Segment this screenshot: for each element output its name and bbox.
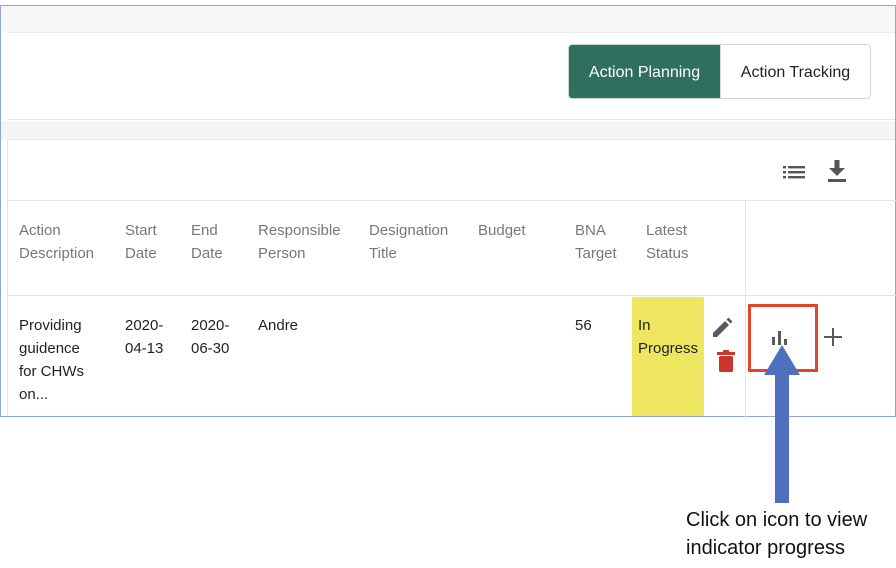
header-end-date[interactable]: End Date xyxy=(191,219,223,265)
cell-text: for CHWs xyxy=(19,363,84,380)
header-label: Status xyxy=(646,245,689,262)
status-badge: In Progress xyxy=(638,314,698,360)
header-label: Description xyxy=(19,245,95,262)
callout-line: Click on icon to view xyxy=(686,509,868,531)
cell-text: on... xyxy=(19,386,49,403)
pencil-icon[interactable] xyxy=(711,317,733,339)
header-start-date[interactable]: Start Date xyxy=(125,219,157,265)
top-band xyxy=(1,6,895,32)
header-label: Date xyxy=(125,245,157,262)
header-label: Person xyxy=(258,245,306,262)
header-label: Title xyxy=(369,245,397,262)
header-label: Target xyxy=(575,245,617,262)
cell-bna-target: 56 xyxy=(575,317,592,334)
header-responsible-person[interactable]: Responsible Person xyxy=(258,219,341,265)
header-budget[interactable]: Budget xyxy=(478,219,526,242)
section-gap xyxy=(1,121,895,139)
status-text: Progress xyxy=(638,340,699,357)
header-label: Budget xyxy=(478,222,526,239)
cell-text: 04-13 xyxy=(125,340,164,357)
header-label: Start xyxy=(125,222,157,239)
cell-end-date: 2020- 06-30 xyxy=(191,314,229,360)
header-latest-status[interactable]: Latest Status xyxy=(646,219,689,265)
cell-action-description: Providing guidence for CHWs on... xyxy=(19,314,84,406)
tab-action-planning[interactable]: Action Planning xyxy=(569,45,720,98)
header-label: Designation xyxy=(369,222,449,239)
table-header-row: Action Description Start Date End Date R… xyxy=(6,200,896,296)
cell-responsible-person: Andre xyxy=(258,317,299,334)
cell-text: 2020- xyxy=(125,317,164,334)
header-action-description[interactable]: Action Description xyxy=(19,219,94,265)
trash-icon[interactable] xyxy=(717,350,735,372)
header-label: Action xyxy=(19,222,61,239)
cell-start-date: 2020- 04-13 xyxy=(125,314,163,360)
view-tabs: Action Planning Action Tracking xyxy=(568,44,871,99)
header-label: End xyxy=(191,222,218,239)
header-label: Responsible xyxy=(258,222,341,239)
list-icon[interactable] xyxy=(783,164,805,180)
cell-text: 2020- xyxy=(191,317,230,334)
header-designation-title[interactable]: Designation Title xyxy=(369,219,448,265)
tab-action-tracking[interactable]: Action Tracking xyxy=(720,45,870,98)
header-label: BNA xyxy=(575,222,606,239)
header-bna-target[interactable]: BNA Target xyxy=(575,219,617,265)
header-label: Date xyxy=(191,245,223,262)
download-icon[interactable] xyxy=(827,160,847,182)
annotation-arrow xyxy=(764,345,800,503)
callout-line: indicator progress xyxy=(686,537,845,559)
cell-text: Providing xyxy=(19,317,82,334)
status-text: In xyxy=(638,317,651,334)
plus-icon[interactable] xyxy=(822,326,844,348)
cell-text: 06-30 xyxy=(191,340,230,357)
cell-text: guidence xyxy=(19,340,80,357)
annotation-callout: Click on icon to view indicator progress xyxy=(686,506,867,562)
header-label: Latest xyxy=(646,222,687,239)
